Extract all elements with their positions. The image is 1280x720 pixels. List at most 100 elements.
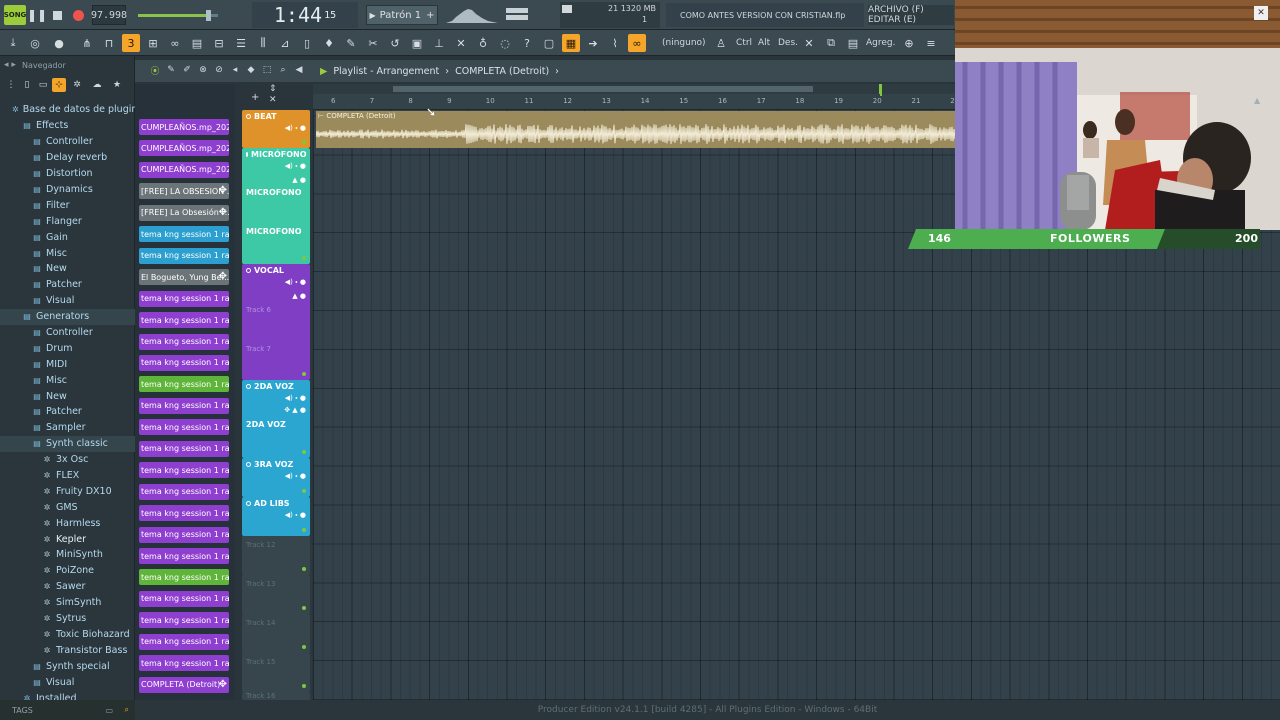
- clip-drag-icon[interactable]: ✥: [219, 207, 227, 218]
- piano-roll-icon[interactable]: ☰: [232, 34, 250, 52]
- clip-item[interactable]: tema kng session 1 rami...: [139, 397, 229, 414]
- track-16[interactable]: Track 16: [242, 692, 310, 700]
- clip-item[interactable]: tema kng session 1 rami...: [139, 440, 229, 457]
- playlist-play-icon[interactable]: ▶: [320, 66, 327, 77]
- track-microfono-controls2-icon[interactable]: ▲ ●: [292, 176, 306, 184]
- blend-icon[interactable]: ⊞: [144, 34, 162, 52]
- playlist-menu-icon[interactable]: ⦿: [149, 64, 161, 77]
- browser-item[interactable]: ▤ Dynamics: [0, 182, 135, 198]
- browser-item[interactable]: ✲ Kepler: [0, 531, 135, 547]
- browser-menu-icon[interactable]: ⋮: [4, 78, 18, 92]
- pattern-add-icon[interactable]: +: [426, 10, 434, 21]
- browser-item[interactable]: ✲ SimSynth: [0, 595, 135, 611]
- main-menu[interactable]: ARCHIVO (F) EDITAR (E): [868, 5, 954, 25]
- browser-item[interactable]: ✲ GMS: [0, 499, 135, 515]
- plugin-filter-icon[interactable]: ⊹: [52, 78, 66, 92]
- picker-arrows-icon[interactable]: ⇕: [269, 84, 277, 94]
- window-icon[interactable]: ▢: [540, 34, 558, 52]
- track-vocal[interactable]: VOCAL ◀) ⬩ ● ▲ ● Track 6 Track 7: [242, 264, 310, 380]
- playlist-zoom-icon[interactable]: ⌕: [277, 64, 289, 76]
- clip-drag-icon[interactable]: ✥: [219, 271, 227, 282]
- knob-icon[interactable]: ●: [50, 34, 68, 52]
- browser-item[interactable]: ▤ Filter: [0, 197, 135, 213]
- playlist-mute-icon[interactable]: ⊘: [213, 64, 225, 76]
- keyboard-icon[interactable]: ▦: [562, 34, 580, 52]
- browser-item[interactable]: ▤ Flanger: [0, 213, 135, 229]
- browser-item[interactable]: ▤ Misc: [0, 245, 135, 261]
- track-vocal-controls-icon[interactable]: ◀) ⬩ ●: [285, 278, 306, 287]
- pencil-icon[interactable]: ✎: [342, 34, 360, 52]
- clip-item[interactable]: tema kng session 1 rami...: [139, 312, 229, 329]
- paste-icon[interactable]: ▤: [844, 34, 862, 52]
- playlist-brush-icon[interactable]: ✐: [181, 64, 193, 76]
- master-volume-knob[interactable]: [206, 9, 211, 21]
- track-3ra-voz[interactable]: 3RA VOZ ◀) ⬩ ●: [242, 458, 310, 497]
- clip-item[interactable]: CUMPLEAÑOS.mp_2026-0...: [139, 119, 229, 135]
- clip-drag-icon[interactable]: ✥: [219, 679, 227, 690]
- clip-item[interactable]: tema kng session 1 rami...: [139, 655, 229, 672]
- stamp-icon[interactable]: ♙: [712, 34, 730, 52]
- chat-icon[interactable]: ◌: [496, 34, 514, 52]
- clip-item[interactable]: tema kng session 1 rami...: [139, 247, 229, 264]
- star-icon[interactable]: ★: [110, 78, 124, 92]
- settings-icon[interactable]: ✲: [70, 78, 84, 92]
- folder-icon[interactable]: ▭: [36, 78, 50, 92]
- browser-item[interactable]: ▤ Drum: [0, 340, 135, 356]
- browser-item[interactable]: ▤ Sampler: [0, 420, 135, 436]
- ctrl-key[interactable]: Ctrl: [736, 35, 752, 51]
- delete-icon[interactable]: ✕: [800, 34, 818, 52]
- browser-item[interactable]: ▤ Patcher: [0, 404, 135, 420]
- master-volume-slider[interactable]: [138, 5, 218, 25]
- none-selector[interactable]: (ninguno): [662, 35, 706, 51]
- playlist-view-icon[interactable]: ⊟: [210, 34, 228, 52]
- browser-item[interactable]: ▤ Visual: [0, 293, 135, 309]
- pattern-selector[interactable]: ▶ Patrón 1 +: [366, 5, 438, 25]
- clip-item[interactable]: tema kng session 1 rami...: [139, 354, 229, 371]
- clip-item[interactable]: tema kng session 1 rami...: [139, 612, 229, 629]
- playlist-slip-icon[interactable]: ◂: [229, 64, 241, 76]
- browser-item[interactable]: ▤ Misc: [0, 372, 135, 388]
- arrangement-name[interactable]: COMPLETA (Detroit): [455, 66, 549, 77]
- browser-arrows-icon[interactable]: ◂ ▸: [4, 60, 16, 70]
- close-icon[interactable]: ✕: [1254, 6, 1268, 20]
- wait-icon[interactable]: ⊓: [100, 34, 118, 52]
- browser-item[interactable]: ✲ FLEX: [0, 468, 135, 484]
- track-vocal-controls2-icon[interactable]: ▲ ●: [292, 292, 306, 300]
- browser-item[interactable]: ✲ Sytrus: [0, 611, 135, 627]
- countdown-icon[interactable]: 3: [122, 34, 140, 52]
- browser-item[interactable]: ✲ MiniSynth: [0, 547, 135, 563]
- cut-icon[interactable]: ✕: [452, 34, 470, 52]
- tempo-display[interactable]: 97.998: [91, 5, 127, 25]
- clip-item[interactable]: CUMPLEAÑOS.mp_2026-0...: [139, 140, 229, 157]
- browser-item[interactable]: ▤ Controller: [0, 134, 135, 150]
- browser-item[interactable]: ✲ Harmless: [0, 515, 135, 531]
- browser-item[interactable]: ▤ Effects: [0, 118, 135, 134]
- track-2da-voz-controls-icon[interactable]: ◀) ⬩ ●: [285, 394, 306, 403]
- file-icon[interactable]: ▯: [20, 78, 34, 92]
- clip-item[interactable]: tema kng session 1 rami...: [139, 526, 229, 543]
- copy-icon[interactable]: ⧉: [822, 34, 840, 52]
- channel-rack-icon[interactable]: ⊿: [276, 34, 294, 52]
- browser-item[interactable]: ✲ Toxic Biohazard: [0, 627, 135, 643]
- track-15[interactable]: Track 15: [242, 653, 310, 692]
- snap-icon[interactable]: ⤓: [4, 34, 22, 52]
- browser-item[interactable]: ▤ MIDI: [0, 356, 135, 372]
- playlist-select-icon[interactable]: ⬚: [261, 64, 273, 76]
- render-icon[interactable]: ⊥: [430, 34, 448, 52]
- stop-button[interactable]: [50, 5, 64, 25]
- playlist-pencil-icon[interactable]: ✎: [165, 64, 177, 76]
- browser-item[interactable]: ▤ Synth special: [0, 658, 135, 674]
- track-2da-voz[interactable]: 2DA VOZ ◀) ⬩ ● ✥ ▲ ● 2DA VOZ: [242, 380, 310, 458]
- clip-item[interactable]: tema kng session 1 rami...: [139, 462, 229, 479]
- link-icon[interactable]: ∞: [628, 34, 646, 52]
- pattern-mode-icon[interactable]: ⋔: [78, 34, 96, 52]
- browser-item[interactable]: ✲ PoiZone: [0, 563, 135, 579]
- playlist-delete-icon[interactable]: ⊗: [197, 64, 209, 76]
- track-14[interactable]: Track 14: [242, 614, 310, 653]
- clip-item[interactable]: tema kng session 1 rami...: [139, 226, 229, 243]
- clip-item[interactable]: tema kng session 1 rami...: [139, 548, 229, 564]
- browser-item[interactable]: ✲ Base de datos de plugins: [0, 100, 142, 118]
- pin-icon[interactable]: ⊕: [900, 34, 918, 52]
- help-icon[interactable]: ?: [518, 34, 536, 52]
- cloud-icon[interactable]: ☁: [90, 78, 104, 92]
